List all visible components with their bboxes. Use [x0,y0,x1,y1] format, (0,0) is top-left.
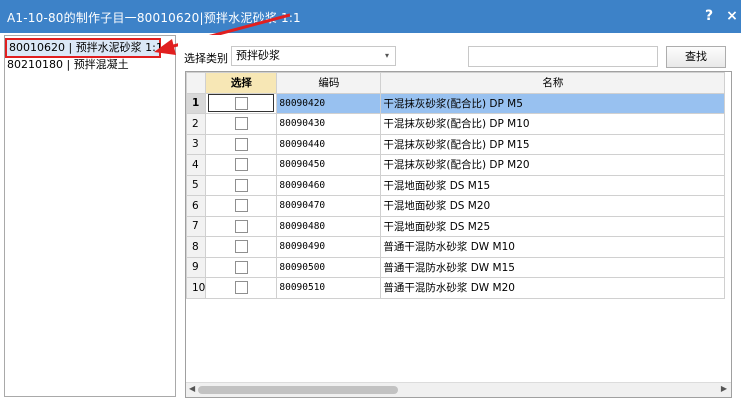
select-cell[interactable] [205,277,278,299]
row-checkbox[interactable] [234,219,248,233]
window-title: A1-10-80的制作子目一80010620|预拌水泥砂浆 1:1 [7,11,301,25]
table-row[interactable]: 8 80090490 普通干混防水砂浆 DW M10 [186,236,726,258]
material-tree: 80010620 | 预拌水泥砂浆 1:1 80210180 | 预拌混凝土 [4,35,176,397]
code-cell: 80090420 [276,92,382,114]
table-row[interactable]: 1 80090420 干混抹灰砂浆(配合比) DP M5 [186,92,726,114]
select-cell[interactable] [205,236,278,258]
row-checkbox[interactable] [234,281,248,295]
row-number: 4 [186,154,207,176]
code-cell: 80090480 [276,215,382,237]
select-cell[interactable] [205,154,278,176]
row-checkbox[interactable] [234,137,248,151]
table-header-row: 选择 编码 名称 [186,72,726,94]
name-cell: 干混地面砂浆 DS M15 [380,174,726,196]
material-table: 选择 编码 名称 1 80090420 干混抹灰砂浆(配合比) DP M5 2 [186,72,726,299]
row-number: 1 [186,92,207,114]
select-cell[interactable] [205,256,278,278]
select-cell[interactable] [205,113,278,135]
table-row[interactable]: 4 80090450 干混抹灰砂浆(配合比) DP M20 [186,154,726,176]
code-cell: 80090450 [276,154,382,176]
material-list-panel: 选择类别 预拌砂浆 ▾ 查找 选择 编码 名称 1 80090420 干混抹灰砂… [178,35,741,401]
code-cell: 80090460 [276,174,382,196]
row-checkbox[interactable] [234,96,248,110]
category-select-value: 预拌砂浆 [236,49,280,62]
tree-item-80010620[interactable]: 80010620 | 预拌水泥砂浆 1:1 [5,38,163,58]
title-bar: A1-10-80的制作子目一80010620|预拌水泥砂浆 1:1 ? × [0,0,741,33]
chevron-down-icon: ▾ [384,51,389,60]
scroll-right-icon[interactable]: ▶ [721,384,727,393]
row-checkbox[interactable] [234,240,248,254]
select-cell[interactable] [205,92,278,114]
select-cell[interactable] [205,133,278,155]
scroll-left-icon[interactable]: ◀ [189,384,195,393]
name-cell: 普通干混防水砂浆 DW M20 [380,277,726,299]
row-number: 5 [186,174,207,196]
code-column-header[interactable]: 编码 [276,72,382,94]
name-cell: 普通干混防水砂浆 DW M10 [380,236,726,258]
name-column-header[interactable]: 名称 [380,72,726,94]
table-row[interactable]: 9 80090500 普通干混防水砂浆 DW M15 [186,256,726,278]
category-select[interactable]: 预拌砂浆 ▾ [231,46,396,66]
name-cell: 干混地面砂浆 DS M25 [380,215,726,237]
table-row[interactable]: 7 80090480 干混地面砂浆 DS M25 [186,215,726,237]
row-number: 6 [186,195,207,217]
code-cell: 80090500 [276,256,382,278]
code-cell: 80090440 [276,133,382,155]
code-cell: 80090430 [276,113,382,135]
row-checkbox[interactable] [234,117,248,131]
code-cell: 80090510 [276,277,382,299]
row-checkbox[interactable] [234,260,248,274]
tree-item-80210180[interactable]: 80210180 | 预拌混凝土 [7,57,129,72]
row-number-header [186,72,207,94]
table-row[interactable]: 2 80090430 干混抹灰砂浆(配合比) DP M10 [186,113,726,135]
material-grid: 选择 编码 名称 1 80090420 干混抹灰砂浆(配合比) DP M5 2 [185,71,732,398]
help-button[interactable]: ? [700,7,718,25]
close-button[interactable]: × [723,7,741,25]
select-cell[interactable] [205,215,278,237]
scrollbar-thumb[interactable] [198,386,398,394]
select-column-header[interactable]: 选择 [205,72,278,94]
name-cell: 普通干混防水砂浆 DW M15 [380,256,726,278]
select-cell[interactable] [205,174,278,196]
search-input[interactable] [468,46,658,67]
row-number: 3 [186,133,207,155]
name-cell: 干混地面砂浆 DS M20 [380,195,726,217]
row-number: 10 [186,277,207,299]
table-row[interactable]: 6 80090470 干混地面砂浆 DS M20 [186,195,726,217]
row-checkbox[interactable] [234,199,248,213]
row-number: 9 [186,256,207,278]
table-row[interactable]: 3 80090440 干混抹灰砂浆(配合比) DP M15 [186,133,726,155]
code-cell: 80090490 [276,236,382,258]
code-cell: 80090470 [276,195,382,217]
search-button[interactable]: 查找 [666,46,726,68]
row-number: 2 [186,113,207,135]
table-row[interactable]: 5 80090460 干混地面砂浆 DS M15 [186,174,726,196]
name-cell: 干混抹灰砂浆(配合比) DP M20 [380,154,726,176]
horizontal-scrollbar[interactable]: ◀ ▶ [186,382,731,397]
dialog-window: A1-10-80的制作子目一80010620|预拌水泥砂浆 1:1 ? × 80… [0,0,741,401]
select-cell[interactable] [205,195,278,217]
row-number: 8 [186,236,207,258]
name-cell: 干混抹灰砂浆(配合比) DP M10 [380,113,726,135]
table-row[interactable]: 10 80090510 普通干混防水砂浆 DW M20 [186,277,726,299]
row-checkbox[interactable] [234,158,248,172]
name-cell: 干混抹灰砂浆(配合比) DP M5 [380,92,726,114]
row-number: 7 [186,215,207,237]
category-label: 选择类别 [184,52,228,65]
name-cell: 干混抹灰砂浆(配合比) DP M15 [380,133,726,155]
row-checkbox[interactable] [234,178,248,192]
